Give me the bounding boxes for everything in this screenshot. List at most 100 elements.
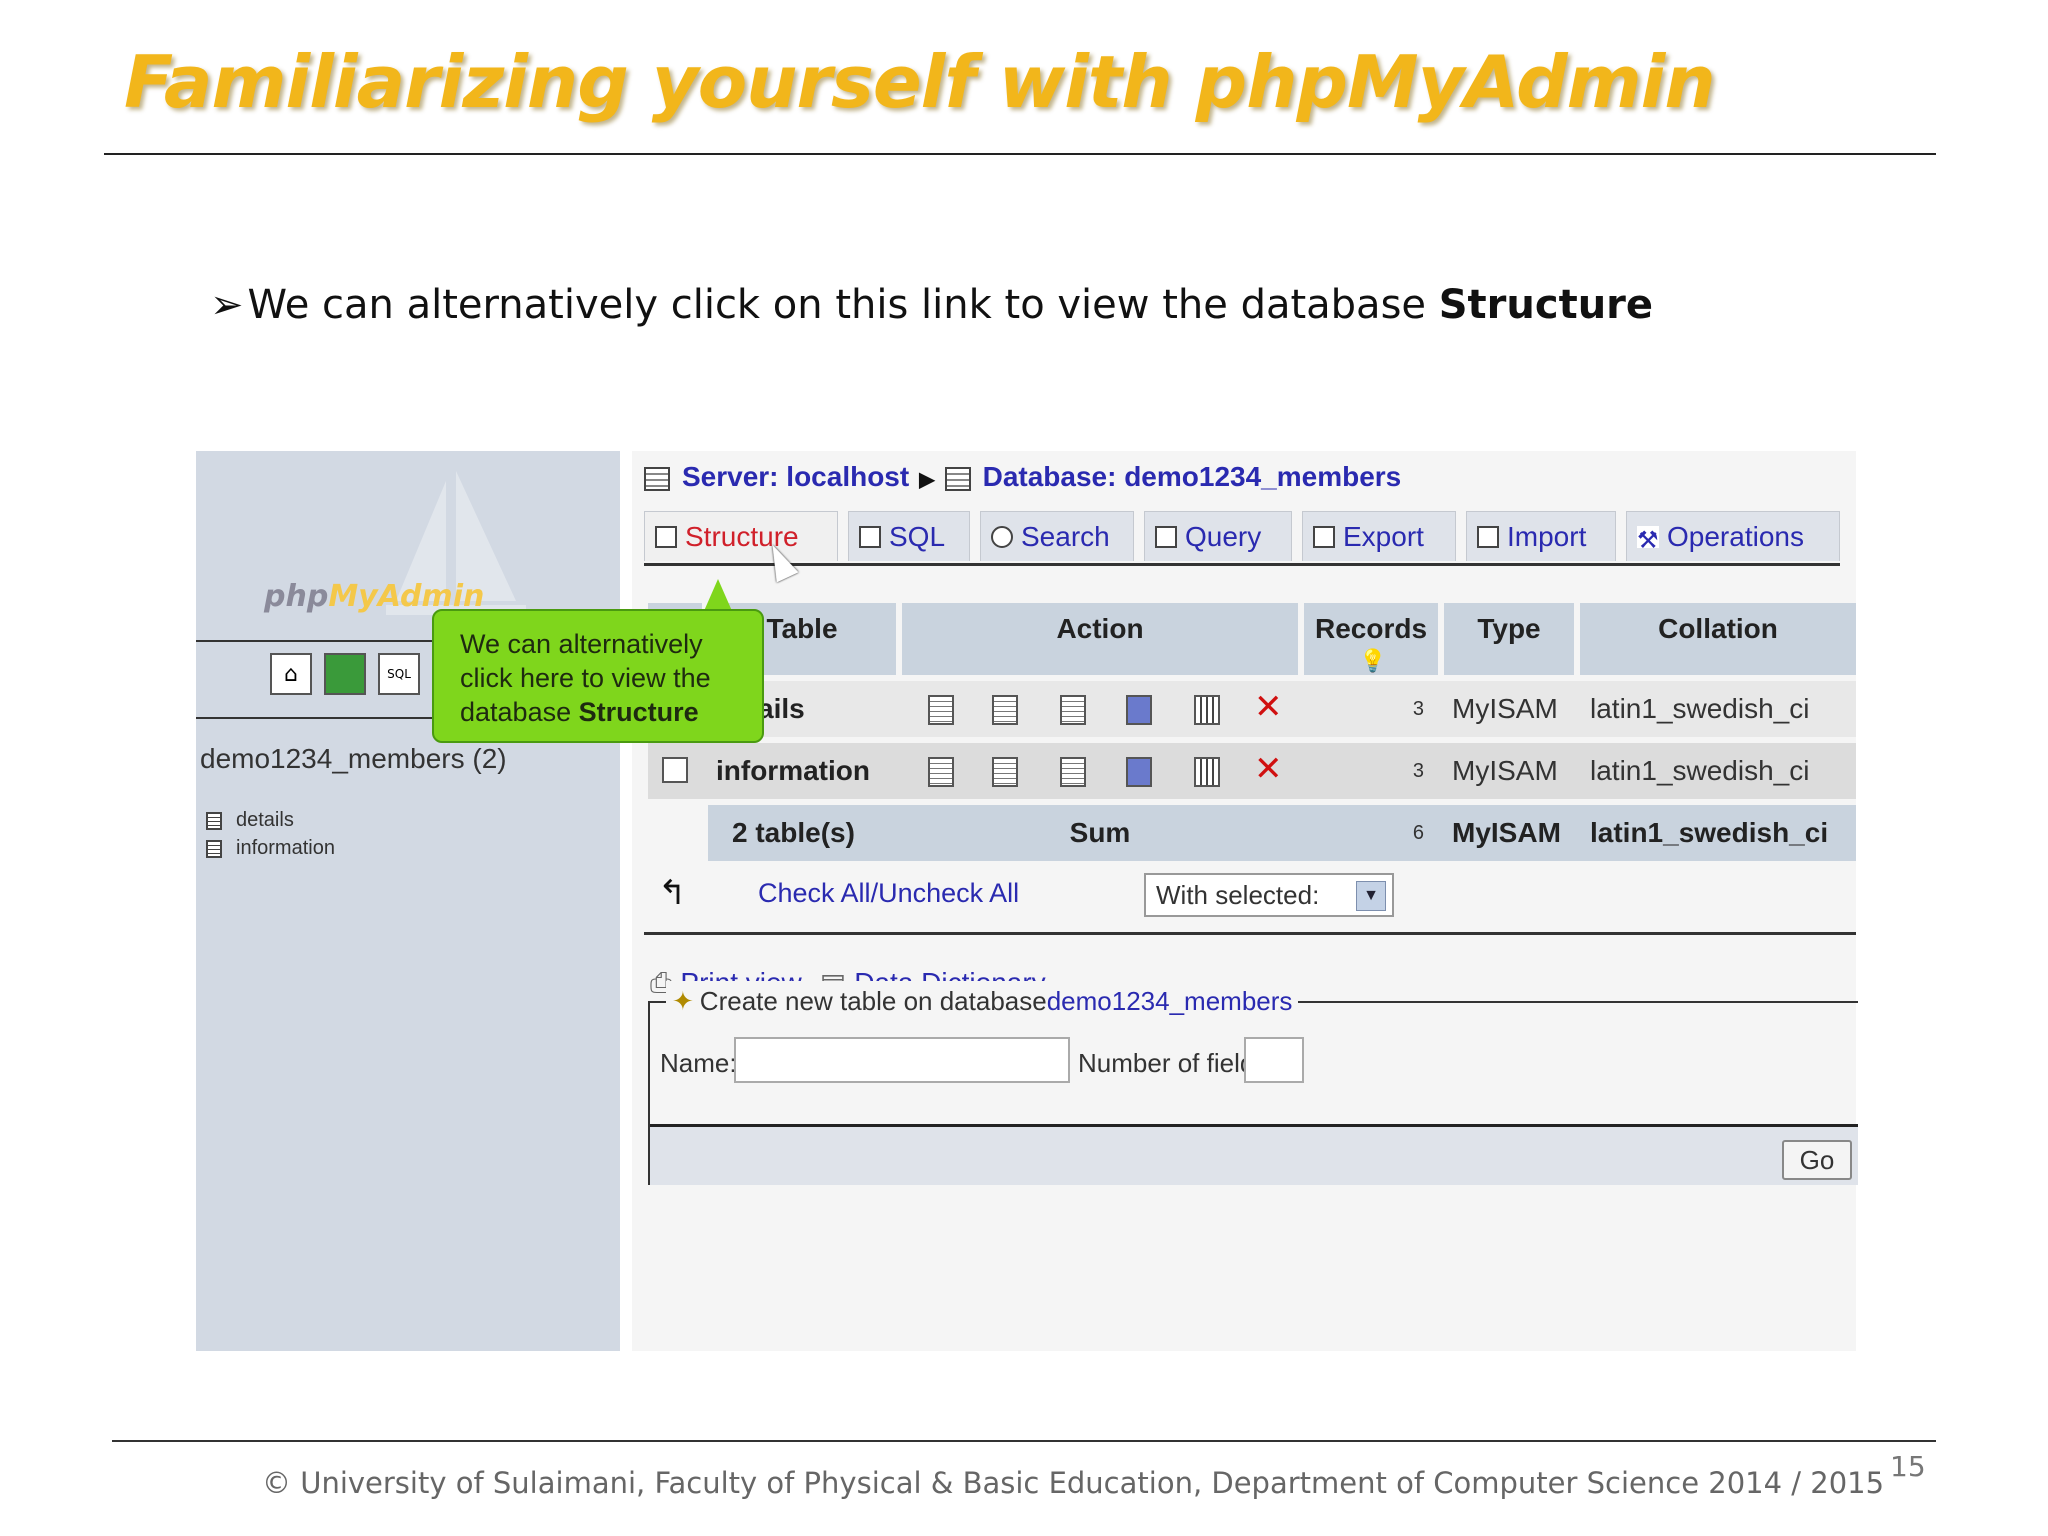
engine-type-total: MyISAM xyxy=(1452,817,1561,848)
callout-line: click here to view the xyxy=(460,663,711,693)
create-table-fieldset: ✦ Create new table on database demo1234_m… xyxy=(648,981,1858,1185)
table-name-link[interactable]: information xyxy=(716,743,870,799)
tab-import[interactable]: Import xyxy=(1466,511,1616,561)
title-divider xyxy=(104,153,1936,155)
chevron-right-icon: ▶ xyxy=(919,469,935,491)
legend-text: Create new table on database xyxy=(699,985,1047,1016)
records-value: 3 xyxy=(1412,759,1424,782)
tab-export[interactable]: Export xyxy=(1302,511,1456,561)
collation-value: latin1_swedish_ci xyxy=(1590,693,1810,724)
nav-table-details[interactable]: details xyxy=(206,809,294,832)
sql-query-icon[interactable]: SQL xyxy=(378,653,420,695)
arrow-bullet-icon: ➢ xyxy=(210,282,244,328)
structure-icon xyxy=(655,525,677,548)
tab-sql[interactable]: SQL xyxy=(848,511,970,561)
database-icon xyxy=(944,466,971,491)
header-type[interactable]: Type xyxy=(1444,603,1574,675)
table-count: 2 table(s) xyxy=(732,817,855,848)
chevron-down-icon: ▼ xyxy=(1356,881,1386,911)
new-table-icon: ✦ xyxy=(672,985,694,1016)
section-divider xyxy=(644,932,1856,935)
drop-icon[interactable]: ✕ xyxy=(1254,749,1283,789)
footer-divider xyxy=(112,1440,1936,1442)
tab-label: Import xyxy=(1507,520,1587,552)
tab-label: Query xyxy=(1185,520,1262,552)
tab-bar: Structure SQL Search Query Export Import… xyxy=(644,511,1840,566)
main-content: Server: localhost ▶ Database: demo1234_mem… xyxy=(632,451,1858,1351)
callout-pointer xyxy=(704,579,732,611)
go-button[interactable]: Go xyxy=(1782,1140,1852,1180)
callout-bold-text: Structure xyxy=(578,697,699,727)
callout-text: database xyxy=(460,697,579,727)
insert-icon[interactable] xyxy=(1126,695,1152,725)
with-selected-select[interactable]: With selected: ▼ xyxy=(1144,873,1394,917)
structure-icon[interactable] xyxy=(992,695,1018,725)
breadcrumb-server[interactable]: Server: localhost xyxy=(682,461,909,492)
collation-value: latin1_swedish_ci xyxy=(1590,755,1810,786)
drop-icon[interactable]: ✕ xyxy=(1254,687,1283,727)
bullet-text: We can alternatively click on this link … xyxy=(247,282,1439,328)
records-value: 3 xyxy=(1412,697,1424,720)
engine-type: MyISAM xyxy=(1452,755,1558,786)
tab-operations[interactable]: ⚒ Operations xyxy=(1626,511,1840,561)
nav-table-information[interactable]: information xyxy=(206,837,335,860)
tab-search[interactable]: Search xyxy=(980,511,1134,561)
legend-db-link[interactable]: demo1234_members xyxy=(1047,986,1293,1017)
nav-table-label: information xyxy=(236,837,335,859)
header-collation[interactable]: Collation xyxy=(1580,603,1856,675)
database-link[interactable]: demo1234_members (2) xyxy=(200,743,507,775)
search-icon[interactable] xyxy=(1060,695,1086,725)
tab-structure[interactable]: Structure xyxy=(644,511,838,561)
page-number: 15 xyxy=(1890,1450,1926,1483)
export-icon xyxy=(1313,525,1335,548)
table-icon xyxy=(206,811,222,830)
bullet-point: ➢ We can alternatively click on this link… xyxy=(210,282,1653,328)
engine-type: MyISAM xyxy=(1452,693,1558,724)
empty-icon[interactable] xyxy=(1194,695,1220,725)
uncheck-all-link[interactable]: Uncheck All xyxy=(878,878,1019,909)
tab-label: SQL xyxy=(889,520,946,552)
operations-icon: ⚒ xyxy=(1637,525,1659,554)
table-icon xyxy=(206,839,222,858)
footer-text: © University of Sulaimani, Faculty of Ph… xyxy=(262,1466,1885,1500)
search-icon xyxy=(991,525,1013,548)
browse-icon[interactable] xyxy=(928,695,954,725)
row-checkbox[interactable] xyxy=(662,757,688,783)
structure-icon[interactable] xyxy=(992,757,1018,787)
name-label: Name: xyxy=(660,1047,737,1078)
check-all-link[interactable]: Check All xyxy=(758,878,871,909)
slide-title: Familiarizing yourself with phpMyAdmin xyxy=(124,40,1716,124)
bulk-links: Check All / Uncheck All xyxy=(758,871,1019,915)
table-name-input[interactable] xyxy=(734,1037,1070,1083)
nav-table-label: details xyxy=(236,809,294,831)
select-value: With selected: xyxy=(1156,879,1320,910)
records-total: 6 xyxy=(1412,821,1424,844)
tab-label: Operations xyxy=(1667,520,1804,552)
sum-label: Sum xyxy=(1069,817,1131,848)
tab-label: Export xyxy=(1343,520,1424,552)
home-icon[interactable]: ⌂ xyxy=(270,653,312,695)
breadcrumb: Server: localhost ▶ Database: demo1234_mem… xyxy=(644,461,1401,493)
info-bulb-icon[interactable]: 💡 xyxy=(1308,647,1438,675)
breadcrumb-database[interactable]: Database: demo1234_members xyxy=(983,461,1402,492)
browse-icon[interactable] xyxy=(928,757,954,787)
empty-icon[interactable] xyxy=(1194,757,1220,787)
bullet-bold-text: Structure xyxy=(1438,282,1654,328)
server-icon xyxy=(644,466,670,491)
logo-php-text: php xyxy=(264,579,329,614)
sql-icon xyxy=(859,525,881,548)
query-icon xyxy=(1155,525,1177,548)
create-table-footer xyxy=(650,1124,1858,1185)
collation-total: latin1_swedish_ci xyxy=(1590,817,1829,848)
exit-icon[interactable] xyxy=(324,653,366,695)
header-action: Action xyxy=(902,603,1298,675)
insert-icon[interactable] xyxy=(1126,757,1152,787)
tab-query[interactable]: Query xyxy=(1144,511,1292,561)
callout-line: We can alternatively xyxy=(460,629,703,659)
create-table-legend: ✦ Create new table on database demo1234_m… xyxy=(666,981,1299,1021)
search-icon[interactable] xyxy=(1060,757,1086,787)
tab-label: Search xyxy=(1021,520,1110,552)
tooltip-callout: We can alternatively click here to view … xyxy=(432,609,764,743)
import-icon xyxy=(1477,525,1499,548)
fields-count-input[interactable] xyxy=(1244,1037,1304,1083)
